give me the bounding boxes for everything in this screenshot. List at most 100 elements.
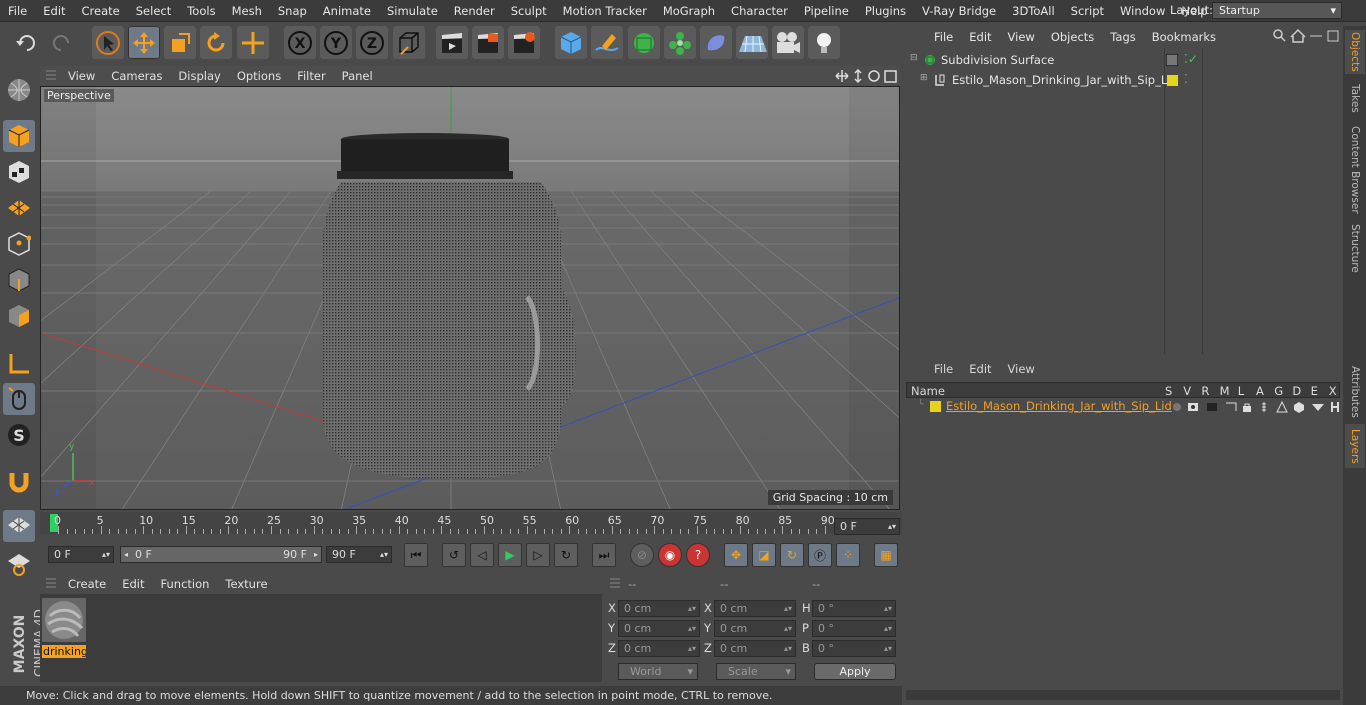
collapse-icon[interactable]: ⊟: [910, 53, 918, 63]
menu-snap[interactable]: Snap: [270, 4, 315, 18]
prev-frame-button[interactable]: ◁: [470, 543, 494, 567]
visibility-check-icon[interactable]: ⁚✓: [1184, 52, 1198, 66]
layer-color-swatch[interactable]: [1167, 75, 1178, 86]
quantize-button[interactable]: [3, 548, 35, 580]
visibility-dots-icon[interactable]: ⁚: [1184, 72, 1188, 86]
layer-col-s[interactable]: S: [1165, 384, 1172, 398]
layer-col-g[interactable]: G: [1274, 384, 1283, 398]
render-settings-button[interactable]: [508, 26, 540, 59]
stepper-icon[interactable]: ▴▾: [688, 621, 696, 636]
layer-row[interactable]: └ Estilo_Mason_Drinking_Jar_with_Sip_Lid: [906, 398, 1340, 416]
menu-animate[interactable]: Animate: [315, 4, 379, 18]
viewport-menu-panel[interactable]: Panel: [334, 69, 381, 83]
coord-value-field[interactable]: 0 cm ▴▾: [618, 640, 700, 657]
key-pla-button[interactable]: ⁘: [836, 543, 860, 567]
object-menu-tags[interactable]: Tags: [1102, 30, 1143, 44]
autokey-button[interactable]: ?: [686, 543, 710, 567]
stepper-icon[interactable]: ▴▾: [884, 621, 892, 636]
viewport-menu-cameras[interactable]: Cameras: [103, 69, 170, 83]
viewport-camera-label[interactable]: Perspective: [44, 89, 114, 102]
object-menu-bookmarks[interactable]: Bookmarks: [1144, 30, 1224, 44]
key-parameter-button[interactable]: Ⓟ: [808, 543, 832, 567]
material-swatch[interactable]: drinking: [42, 598, 86, 658]
layer-name[interactable]: Estilo_Mason_Drinking_Jar_with_Sip_Lid: [946, 399, 1172, 413]
layer-toggle-icons[interactable]: [1172, 401, 1340, 413]
menu-edit[interactable]: Edit: [35, 4, 73, 18]
object-menu-view[interactable]: View: [1000, 30, 1043, 44]
coord-value-field[interactable]: 0 ° ▴▾: [812, 620, 896, 637]
y-axis-button[interactable]: Y: [320, 26, 352, 59]
layer-color-swatch[interactable]: [930, 401, 941, 412]
points-mode-button[interactable]: [3, 228, 35, 260]
layer-col-l[interactable]: L: [1238, 384, 1244, 398]
menu-file[interactable]: File: [0, 4, 35, 18]
snap-button[interactable]: [3, 466, 35, 498]
menu-tools[interactable]: Tools: [179, 4, 223, 18]
layer-col-r[interactable]: R: [1201, 384, 1209, 398]
object-row-subdivision[interactable]: ⊟ Subdivision Surface ⁚✓: [908, 52, 1338, 70]
texture-mode-button[interactable]: [3, 156, 35, 188]
layer-menu-edit[interactable]: Edit: [961, 362, 999, 376]
tweak-mode-button[interactable]: [3, 383, 35, 415]
axis-mode-button[interactable]: [3, 347, 35, 379]
tab-takes[interactable]: Takes: [1345, 78, 1365, 118]
light-button[interactable]: [808, 26, 840, 59]
material-menu-texture[interactable]: Texture: [217, 577, 275, 591]
viewport-menu-options[interactable]: Options: [229, 69, 289, 83]
render-view-button[interactable]: [436, 26, 468, 59]
solo-button[interactable]: S: [3, 419, 35, 451]
floor-button[interactable]: [736, 26, 768, 59]
deformer-button[interactable]: [700, 26, 732, 59]
menu-plugins[interactable]: Plugins: [857, 4, 914, 18]
workplane-button[interactable]: [3, 192, 35, 224]
coord-value-field[interactable]: 0 cm ▴▾: [618, 620, 700, 637]
live-selection-button[interactable]: [92, 26, 124, 59]
subdivision-button[interactable]: [628, 26, 660, 59]
end-frame-field[interactable]: 90 F ▴▾: [326, 546, 392, 563]
menu-select[interactable]: Select: [128, 4, 179, 18]
frame-range-slider[interactable]: ◂ 0 F 90 F ▸: [120, 546, 322, 563]
tab-content-browser[interactable]: Content Browser: [1345, 122, 1365, 218]
layer-menu-view[interactable]: View: [1000, 362, 1043, 376]
coord-mode-select[interactable]: Scale ▾: [716, 663, 796, 680]
stepper-icon[interactable]: ▴▾: [884, 641, 892, 656]
mograph-cloner-button[interactable]: [664, 26, 696, 59]
coord-value-field[interactable]: 0 cm ▴▾: [714, 620, 796, 637]
goto-next-key-button[interactable]: ↻: [554, 543, 578, 567]
stepper-icon[interactable]: ▴▾: [784, 641, 792, 656]
object-menu-file[interactable]: File: [926, 30, 961, 44]
coord-value-field[interactable]: 0 cm ▴▾: [618, 600, 700, 617]
material-menu-function[interactable]: Function: [153, 577, 218, 591]
timeline-ruler[interactable]: 0 5 10 15 20 25 30 35 40 45 50 55 60 65 70 75 80 85 90: [40, 512, 902, 534]
viewport-nav-icons[interactable]: [834, 68, 900, 84]
object-menu-objects[interactable]: Objects: [1043, 30, 1102, 44]
menu-mesh[interactable]: Mesh: [224, 4, 270, 18]
polygons-mode-button[interactable]: [3, 300, 35, 332]
material-menu-edit[interactable]: Edit: [114, 577, 152, 591]
search-home-icons[interactable]: [1272, 28, 1342, 44]
layer-col-x[interactable]: X: [1329, 384, 1337, 398]
apply-button[interactable]: Apply: [814, 663, 896, 680]
layer-swatch[interactable]: [1166, 54, 1178, 66]
model-mode-button[interactable]: [3, 120, 35, 152]
goto-prev-key-button[interactable]: ↺: [442, 543, 466, 567]
layer-col-v[interactable]: V: [1183, 384, 1191, 398]
material-menu-create[interactable]: Create: [60, 577, 114, 591]
goto-start-button[interactable]: ⏮: [404, 543, 428, 567]
menu-3dtoall[interactable]: 3DToAll: [1004, 4, 1063, 18]
move-tool-button[interactable]: [128, 26, 160, 59]
coordinate-system-button[interactable]: [393, 26, 425, 59]
workplane-snap-button[interactable]: [3, 510, 35, 542]
play-button[interactable]: ▶: [498, 543, 522, 567]
coord-value-field[interactable]: 0 cm ▴▾: [714, 640, 796, 657]
coord-value-field[interactable]: 0 cm ▴▾: [714, 600, 796, 617]
menu-script[interactable]: Script: [1063, 4, 1112, 18]
layer-col-e[interactable]: E: [1311, 384, 1318, 398]
object-menu-edit[interactable]: Edit: [961, 30, 999, 44]
coord-space-select[interactable]: World ▾: [618, 663, 698, 680]
key-scale-button[interactable]: ◪: [752, 543, 776, 567]
timeline-window-button[interactable]: ▦: [874, 543, 898, 567]
goto-end-button[interactable]: ⏭: [592, 543, 616, 567]
tab-objects[interactable]: Objects: [1345, 30, 1365, 74]
menu-motion-tracker[interactable]: Motion Tracker: [555, 4, 655, 18]
